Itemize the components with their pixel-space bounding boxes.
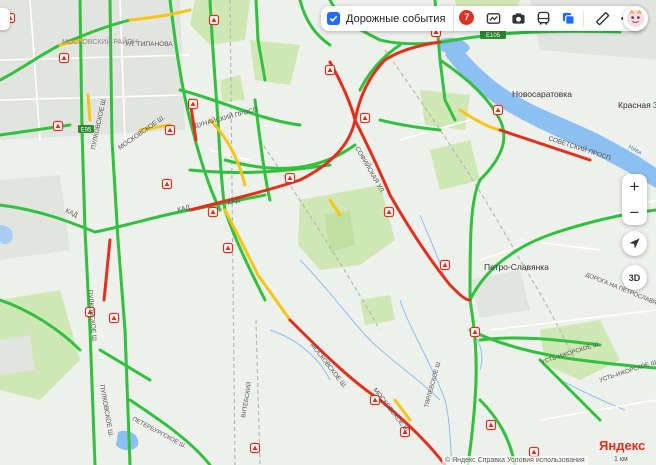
yandex-logo: Яндекс [599,438,646,453]
incident-marker[interactable] [383,206,395,218]
street-tipanova-label: УЛ. ТИПАНОВА [125,41,173,48]
traffic-events-checkbox[interactable] [327,12,340,25]
zoom-out-button[interactable]: − [622,200,647,225]
transport-button[interactable] [532,8,554,30]
attribution-links[interactable]: © Яндекс Справка Условия использования [442,456,588,465]
e105-route-badge: E105 [480,30,506,39]
incident-marker[interactable] [58,52,70,64]
camera-icon [512,13,525,24]
traffic-incidents-button[interactable]: 7 [457,8,479,30]
zoom-in-button[interactable]: + [622,174,647,199]
incident-marker[interactable] [284,172,296,184]
e95-route-badge: E95 [78,125,94,134]
scale-label: 1 км [614,456,628,463]
incident-marker[interactable] [164,124,176,136]
panorama-icon [486,13,501,24]
incidents-count-badge: 7 [459,9,475,25]
incident-marker[interactable] [324,64,336,76]
map-canvas[interactable]: E95 E105 МОСКОВСКИЙ РАЙОН УЛ. ТИПАНОВА Д… [0,0,656,465]
incident-marker[interactable] [249,442,261,454]
avatar-icon [626,9,645,28]
toolbar-divider [583,10,585,27]
incident-marker[interactable] [359,112,371,124]
checkmark-icon [329,15,338,22]
incident-marker[interactable] [439,259,451,271]
user-avatar[interactable] [623,6,648,31]
traffic-events-toggle[interactable]: Дорожные события [327,6,455,31]
incident-marker[interactable] [108,312,120,324]
incident-marker[interactable] [207,206,219,218]
layers-icon [562,12,575,25]
incident-marker[interactable] [485,419,497,431]
settlement-petro-slavyanka-label: Петро-Славянка [484,262,549,272]
panorama-button[interactable] [482,8,504,30]
settlement-krasnaya-label: Красная За [618,100,656,110]
zoom-control: + − [622,174,647,225]
photo-button[interactable] [507,8,529,30]
incident-marker[interactable] [187,98,199,110]
3d-toggle-button[interactable]: 3D [622,265,647,290]
ruler-button[interactable] [591,8,613,30]
incident-marker[interactable] [492,104,504,116]
ruler-icon [596,12,610,26]
incident-marker[interactable] [469,326,481,338]
incident-marker[interactable] [161,178,173,190]
map-toolbar: Дорожные события 7 [321,6,645,31]
e105-label: E105 [486,33,501,39]
layers-button[interactable] [557,8,579,30]
settlement-novosaratovka-label: Новосаратовка [512,89,572,99]
bus-icon [537,11,550,25]
incident-marker[interactable] [208,14,220,26]
my-location-button[interactable] [622,231,647,256]
traffic-events-label: Дорожные события [346,12,446,25]
location-arrow-icon [629,238,640,249]
e95-label: E95 [81,128,92,134]
side-panel-toggle[interactable] [0,8,10,30]
incident-marker[interactable] [52,120,64,132]
incident-marker[interactable] [222,242,234,254]
